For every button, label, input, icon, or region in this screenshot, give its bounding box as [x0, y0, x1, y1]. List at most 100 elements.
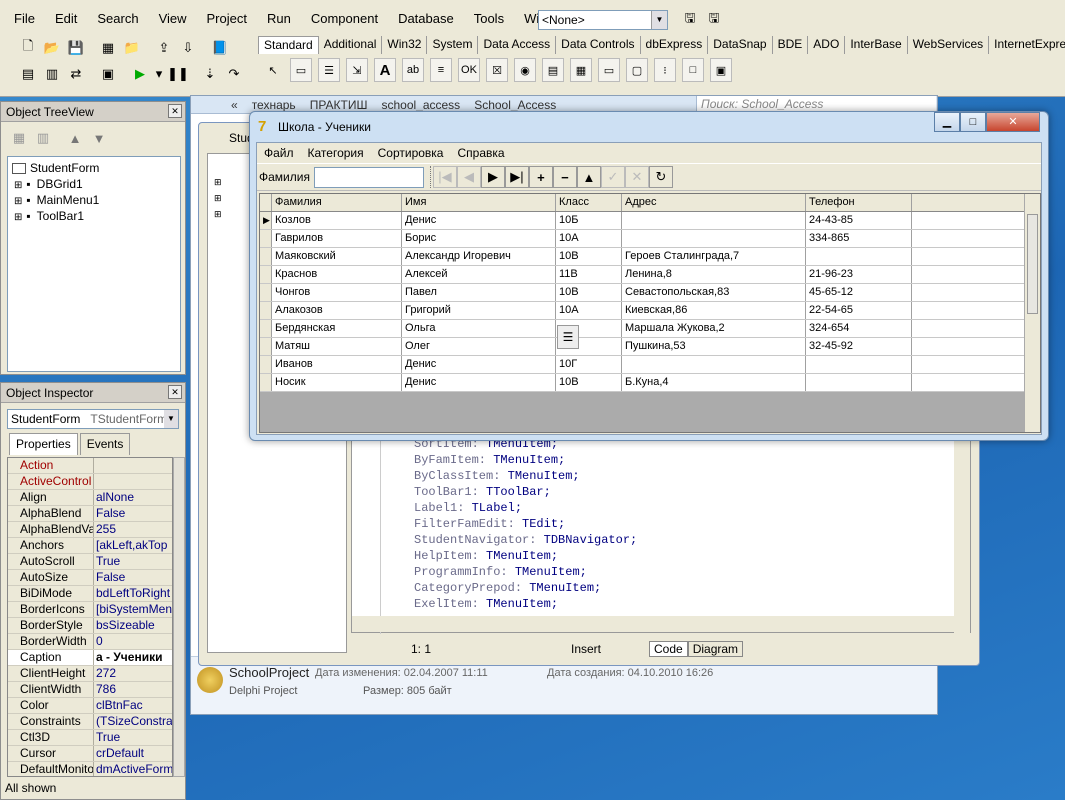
property-value[interactable]: True: [94, 730, 172, 745]
mainmenu-component-icon[interactable]: ☰: [557, 325, 579, 349]
tab-code[interactable]: Code: [649, 641, 688, 657]
remove-file-icon[interactable]: ⇩: [178, 38, 198, 58]
open-project-icon[interactable]: 📁: [122, 38, 142, 58]
grid-row[interactable]: Иванов Денис 10Г: [260, 356, 1040, 374]
grid-cell[interactable]: 324-654: [806, 320, 912, 337]
menu-item-database[interactable]: Database: [388, 6, 464, 32]
grid-cell[interactable]: 10А: [556, 230, 622, 247]
property-value[interactable]: [94, 458, 172, 473]
delete-item-icon[interactable]: ▥: [33, 128, 53, 148]
grid-cell[interactable]: [806, 356, 912, 373]
palette-tab-8[interactable]: BDE: [773, 36, 809, 54]
grid-cell[interactable]: 24-43-85: [806, 212, 912, 229]
grid-cell[interactable]: Денис: [402, 374, 556, 391]
grid-cell[interactable]: [622, 356, 806, 373]
property-row[interactable]: Caption а - Ученики: [8, 650, 172, 666]
grid-cell[interactable]: [806, 374, 912, 391]
app-menu-item[interactable]: Категория: [301, 146, 371, 163]
grid-cell[interactable]: 10А: [556, 302, 622, 319]
edit-icon[interactable]: ab: [402, 58, 424, 82]
property-value[interactable]: True: [94, 554, 172, 569]
grid-vscrollbar[interactable]: [1024, 194, 1040, 432]
grid-cell[interactable]: Б.Куна,4: [622, 374, 806, 391]
code-hscrollbar[interactable]: [352, 616, 956, 632]
new-item-icon[interactable]: ▦: [9, 128, 29, 148]
property-row[interactable]: Ctl3D True: [8, 730, 172, 746]
button-icon[interactable]: OK: [458, 58, 480, 82]
tree-node[interactable]: ⊞ ▪ MainMenu1: [12, 192, 176, 208]
breadcrumb-item[interactable]: «: [231, 98, 238, 112]
arrow-up-icon[interactable]: ▲: [65, 128, 85, 148]
new-icon[interactable]: 🗋: [18, 38, 38, 58]
property-row[interactable]: AutoScroll True: [8, 554, 172, 570]
radiobutton-icon[interactable]: ◉: [514, 58, 536, 82]
property-row[interactable]: DefaultMonitor dmActiveForm: [8, 762, 172, 776]
property-value[interactable]: [94, 474, 172, 489]
property-row[interactable]: AlphaBlendValu255: [8, 522, 172, 538]
palette-tab-1[interactable]: Additional: [319, 36, 383, 54]
grid-cell[interactable]: Маршала Жукова,2: [622, 320, 806, 337]
grid-cell[interactable]: Маяковский: [272, 248, 402, 265]
menu-item-file[interactable]: File: [4, 6, 45, 32]
grid-cell[interactable]: 32-45-92: [806, 338, 912, 355]
property-row[interactable]: AutoSize False: [8, 570, 172, 586]
grid-cell[interactable]: Пушкина,53: [622, 338, 806, 355]
grid-cell[interactable]: Козлов: [272, 212, 402, 229]
grid-cell[interactable]: Краснов: [272, 266, 402, 283]
minimize-icon[interactable]: ▁: [934, 112, 960, 132]
property-row[interactable]: ActiveControl: [8, 474, 172, 490]
app-menu-item[interactable]: Файл: [257, 146, 301, 163]
breadcrumb[interactable]: « технарь ПРАКТИШ school_access School_Acces…: [231, 98, 570, 112]
popupmenu-icon[interactable]: ⇲: [346, 58, 368, 82]
property-row[interactable]: BorderWidth 0: [8, 634, 172, 650]
grid-row[interactable]: Носик Денис 10В Б.Куна,4: [260, 374, 1040, 392]
view-unit-icon[interactable]: ▤: [18, 64, 38, 84]
palette-tab-7[interactable]: DataSnap: [708, 36, 773, 54]
property-value[interactable]: 255: [94, 522, 172, 537]
object-selector[interactable]: StudentForm TStudentForm ▼: [7, 409, 179, 429]
menu-item-tools[interactable]: Tools: [464, 6, 514, 32]
expand-icon[interactable]: ⊞: [14, 180, 22, 191]
grid-cell[interactable]: Героев Сталинграда,7: [622, 248, 806, 265]
pointer-icon[interactable]: ↖: [262, 58, 284, 82]
grid-cell[interactable]: Матяш: [272, 338, 402, 355]
grid-cell[interactable]: Борис: [402, 230, 556, 247]
memo-icon[interactable]: ≡: [430, 58, 452, 82]
grid-cell[interactable]: 10В: [556, 284, 622, 301]
palette-tab-10[interactable]: InterBase: [845, 36, 908, 54]
tab-properties[interactable]: Properties: [9, 433, 78, 455]
filter-fam-edit[interactable]: [313, 166, 424, 188]
maximize-icon[interactable]: □: [960, 112, 986, 132]
palette-tab-3[interactable]: System: [427, 36, 479, 54]
grid-cell[interactable]: Чонгов: [272, 284, 402, 301]
breadcrumb-item[interactable]: ПРАКТИШ: [310, 98, 368, 112]
pause-icon[interactable]: ❚❚: [167, 64, 189, 84]
grid-cell[interactable]: Алакозов: [272, 302, 402, 319]
desktop-combo[interactable]: <None> ▼: [538, 10, 668, 30]
property-row[interactable]: BorderIcons [biSystemMen: [8, 602, 172, 618]
property-value[interactable]: clBtnFac: [94, 698, 172, 713]
grid-cell[interactable]: Павел: [402, 284, 556, 301]
delete-record-icon[interactable]: −: [552, 166, 577, 188]
property-row[interactable]: ClientHeight 272: [8, 666, 172, 682]
grid-cell[interactable]: 10Б: [556, 212, 622, 229]
property-row[interactable]: ClientWidth 786: [8, 682, 172, 698]
menu-item-view[interactable]: View: [149, 6, 197, 32]
scrollbar-icon[interactable]: ▭: [598, 58, 620, 82]
close-icon[interactable]: ✕: [168, 104, 182, 118]
property-row[interactable]: Align alNone: [8, 490, 172, 506]
arrow-down-icon[interactable]: ▼: [89, 128, 109, 148]
menu-item-run[interactable]: Run: [257, 6, 301, 32]
open-icon[interactable]: 📂: [42, 38, 62, 58]
grid-cell[interactable]: Киевская,86: [622, 302, 806, 319]
grid-column-header[interactable]: Адрес: [622, 194, 806, 211]
palette-tab-0[interactable]: Standard: [258, 36, 319, 54]
new-form-icon[interactable]: ▣: [98, 64, 118, 84]
grid-cell[interactable]: 11В: [556, 266, 622, 283]
palette-tab-2[interactable]: Win32: [382, 36, 428, 54]
grid-row[interactable]: Бердянская Ольга Маршала Жукова,2 324-654: [260, 320, 1040, 338]
run-dropdown-icon[interactable]: ▾: [154, 64, 164, 84]
grid-row[interactable]: ▶ Козлов Денис 10Б 24-43-85: [260, 212, 1040, 230]
grid-cell[interactable]: [806, 248, 912, 265]
property-value[interactable]: crDefault: [94, 746, 172, 761]
